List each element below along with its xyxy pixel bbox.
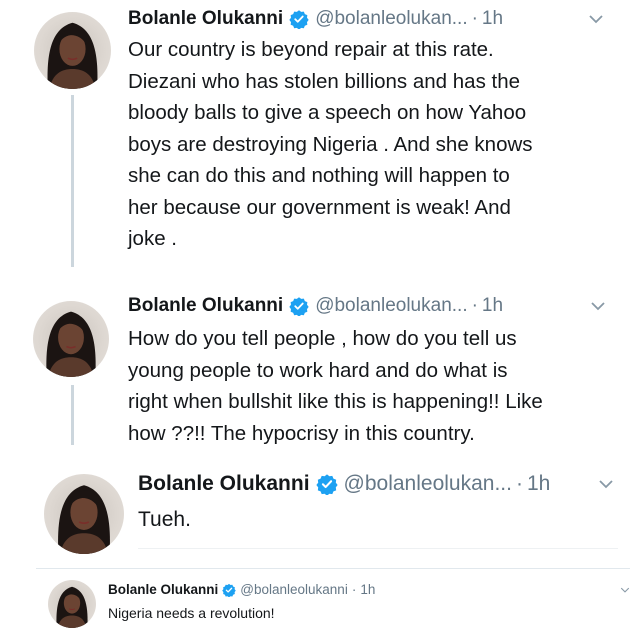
thread-line [71,385,74,445]
verified-badge-icon [289,296,309,316]
chevron-down-icon[interactable] [598,479,614,489]
tweet-header: Bolanle Olukanni @bolanleolukan... · 1h [138,472,550,496]
separator-dot: · [471,8,478,29]
profile-photo [47,22,98,89]
timestamp[interactable]: 1h [482,8,503,30]
chevron-down-icon[interactable] [620,586,630,594]
profile-photo [58,485,110,554]
chevron-down-icon[interactable] [590,301,606,311]
tweet-text: Nigeria needs a revolution! [108,605,275,621]
user-handle[interactable]: @bolanleolukanni [240,582,348,597]
tweet-header: Bolanle Olukanni @bolanleolukanni · 1h [108,582,375,597]
avatar[interactable] [34,12,111,89]
tweet-text: How do you tell people , how do you tell… [128,327,543,445]
display-name[interactable]: Bolanle Olukanni [138,472,310,496]
avatar[interactable] [44,474,124,554]
verified-badge-icon [289,9,309,29]
tweet[interactable]: Bolanle Olukanni @bolanleolukan... · 1h … [0,285,640,455]
profile-photo [46,311,96,377]
avatar[interactable] [33,301,109,377]
user-handle[interactable]: @bolanleolukan... [344,472,512,496]
display-name[interactable]: Bolanle Olukanni [128,295,283,317]
separator-dot: · [515,472,523,495]
timestamp[interactable]: 1h [482,295,503,317]
tweet[interactable]: Bolanle Olukanni @bolanleolukan... · 1h … [0,460,640,560]
tweet-text: Tueh. [138,508,191,531]
user-handle[interactable]: @bolanleolukan... [315,8,467,30]
chevron-down-icon[interactable] [588,14,604,24]
display-name[interactable]: Bolanle Olukanni [108,582,218,597]
tweet-header: Bolanle Olukanni @bolanleolukan... · 1h [128,295,503,317]
user-handle[interactable]: @bolanleolukan... [315,295,467,317]
display-name[interactable]: Bolanle Olukanni [128,8,283,30]
avatar[interactable] [48,580,96,628]
tweet-header: Bolanle Olukanni @bolanleolukan... · 1h [128,8,503,30]
divider [36,568,630,569]
thread-line [71,95,74,267]
tweet[interactable]: Bolanle Olukanni @bolanleolukanni · 1h N… [0,570,640,640]
timestamp[interactable]: 1h [360,582,375,597]
timestamp[interactable]: 1h [527,472,550,496]
tweet-text: Our country is beyond repair at this rat… [128,38,533,250]
verified-badge-icon [222,583,237,597]
verified-badge-icon [315,473,338,495]
profile-photo [56,586,88,628]
separator-dot: · [351,582,357,597]
tweet[interactable]: Bolanle Olukanni @bolanleolukan... · 1h … [0,0,640,280]
divider [138,548,618,549]
separator-dot: · [471,295,478,316]
